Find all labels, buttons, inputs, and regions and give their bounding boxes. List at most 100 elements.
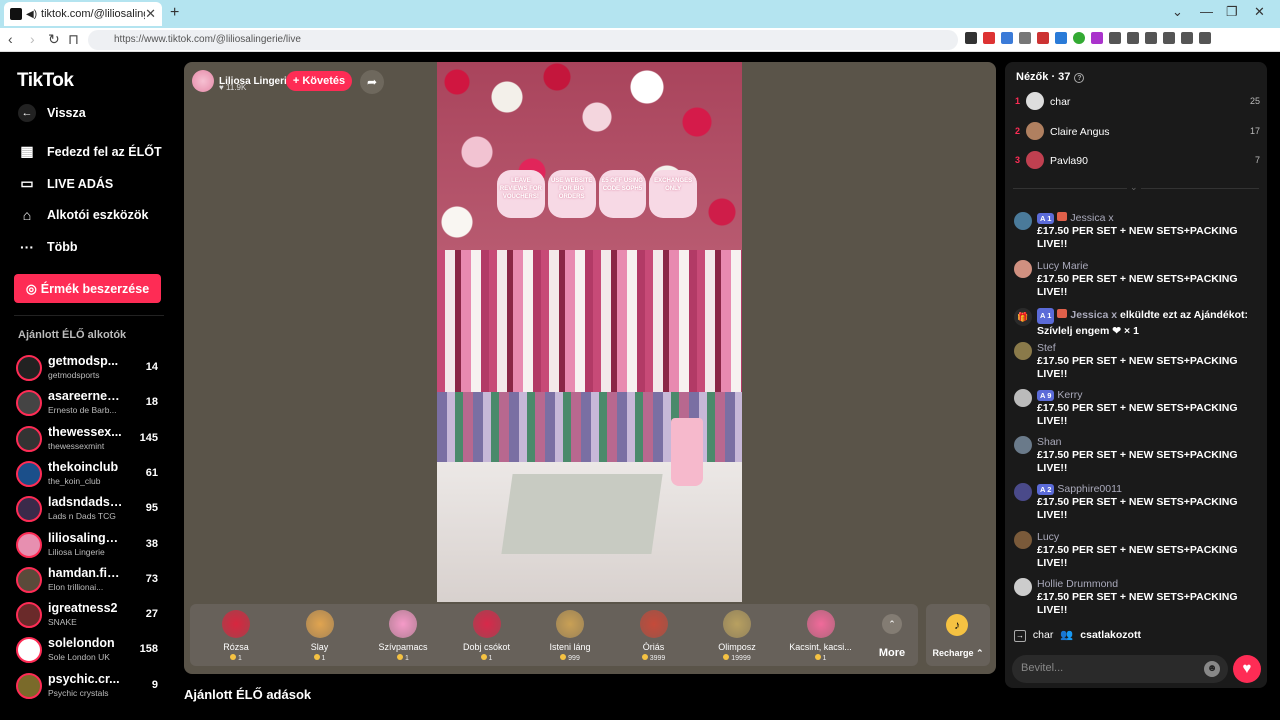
creator-item[interactable]: getmodsp... getmodsports 14 [16,353,164,383]
ai-icon[interactable] [1163,32,1175,44]
close-tab-icon[interactable]: ✕ [145,6,156,22]
back-icon[interactable]: ‹ [8,31,13,47]
tab-search-icon[interactable]: ⌄ [1172,4,1183,20]
puzzle-icon[interactable] [1109,32,1121,44]
home-tools-icon: ⌂ [22,207,32,223]
creator-avatar [16,672,42,699]
chat-avatar[interactable] [1014,342,1032,360]
sidebar-item-live[interactable]: ▭ LIVE ADÁS [18,175,113,192]
joined-user[interactable]: char [1033,629,1053,641]
gift-price: 1 [445,654,529,662]
like-heart-button[interactable]: ♥ [1233,655,1261,683]
chat-username[interactable]: Lucy [1037,531,1059,543]
new-tab-button[interactable]: + [170,4,179,22]
chat-avatar[interactable] [1014,436,1032,454]
emoji-icon[interactable]: ☻ [1204,661,1220,677]
follow-button[interactable]: + Követés [286,71,352,91]
chat-avatar[interactable] [1014,483,1032,501]
gift-item[interactable]: Óriás 3999 [612,604,696,666]
chat-username[interactable]: Jessica x [1070,212,1113,224]
creator-item[interactable]: solelondon Sole London UK 158 [16,635,164,665]
share-icon[interactable]: ➦ [360,70,384,94]
reload-icon[interactable]: ↻ [48,31,60,48]
top-viewer-row[interactable]: 3 Pavla90 7 [1015,151,1260,171]
gift-item[interactable]: Slay 1 [278,604,362,666]
chat-avatar[interactable] [1014,578,1032,596]
host-info[interactable]: Liliosa Lingerie ♥ 11.9K [192,70,292,92]
wallet-icon[interactable] [1145,32,1157,44]
chat-username[interactable]: Shan [1037,436,1062,448]
color-icon[interactable] [1073,32,1085,44]
close-window-button[interactable]: ✕ [1254,4,1265,20]
creator-item[interactable]: thekoinclub the_koin_club 61 [16,459,164,489]
sidebar-icon[interactable] [1127,32,1139,44]
chat-username[interactable]: Lucy Marie [1037,260,1088,272]
chat-username[interactable]: Kerry [1057,389,1082,401]
bookmark-icon[interactable]: ⊓ [68,31,79,48]
viewer-name: Pavla90 [1050,155,1088,167]
address-bar[interactable]: https://www.tiktok.com/@liliosalingerie/… [88,30,958,50]
creator-item[interactable]: asareernes... Ernesto de Barb... 18 [16,388,164,418]
vpn-icon[interactable] [1181,32,1193,44]
chat-avatar[interactable] [1014,212,1032,230]
chat-username[interactable]: Hollie Drummond [1037,578,1118,590]
top-viewer-row[interactable]: 2 Claire Angus 17 [1015,121,1260,142]
brave-shield-icon[interactable] [965,32,977,44]
sidebar-item-more[interactable]: ··· Több [18,239,78,255]
creator-item[interactable]: ladsndadst... Lads n Dads TCG 95 [16,494,164,524]
chat-avatar[interactable] [1014,389,1032,407]
coin-icon [313,654,320,660]
translate-icon[interactable] [1001,32,1013,44]
ublock-icon[interactable] [1091,32,1103,44]
level-badge: A 9 [1037,390,1055,401]
creator-item[interactable]: thewessex... thewessexmint 145 [16,424,164,454]
more-gifts-button[interactable]: ⌃ More [872,604,912,666]
gift-item[interactable]: Kacsint, kacsi... 1 [779,604,863,666]
creator-item[interactable]: hamdan.fiz... Elon trillionai... 73 [16,565,164,595]
host-avatar[interactable] [192,70,214,92]
chevron-down-icon[interactable]: ⌄ [1127,182,1141,193]
tools-icon[interactable] [1019,32,1031,44]
maximize-button[interactable]: ❐ [1226,4,1238,20]
live-video[interactable]: LEAVE REVIEWS FOR VOUCHERS! USE WEBSITE … [437,62,742,602]
forward-icon[interactable]: › [30,31,35,47]
extension-icon[interactable] [1055,32,1067,44]
chat-text: £17.50 PER SET + NEW SETS+PACKING LIVE!! [1037,402,1238,427]
sidebar-item-explore-live[interactable]: ▦ Fedezd fel az ÉLŐT [18,143,161,160]
more-label: More [878,647,906,659]
recharge-button[interactable]: ♪ Recharge ⌃ [926,604,990,666]
warning-icon[interactable] [983,32,995,44]
camera-icon: ▭ [20,175,34,191]
menu-icon[interactable] [1199,32,1211,44]
audio-icon[interactable]: ◀) [26,9,37,20]
gift-item[interactable]: Isteni láng 999 [528,604,612,666]
creator-item[interactable]: liliosalinge... Liliosa Lingerie 38 [16,530,164,560]
tiktok-logo[interactable]: TikTok [17,70,74,92]
top-viewer-row[interactable]: 1 char 25 [1015,92,1260,112]
creator-item[interactable]: psychic.cr... Psychic crystals 9 [16,671,164,701]
sidebar-item-creator-tools[interactable]: ⌂ Alkotói eszközök [18,207,149,223]
gift-item[interactable]: Rózsa 1 [194,604,278,666]
minimize-button[interactable]: — [1200,4,1213,19]
sidebar-divider [14,315,164,316]
pink-cup [671,418,703,486]
creator-item[interactable]: igreatness2 SNAKE 27 [16,600,164,630]
chat-text: £17.50 PER SET + NEW SETS+PACKING LIVE!! [1037,355,1238,380]
chat-username[interactable]: Jessica x [1070,309,1117,321]
chat-username[interactable]: Sapphire0011 [1057,483,1122,495]
chat-input[interactable]: Bevitel... ☻ [1012,655,1228,683]
creator-viewer-count: 158 [139,643,158,656]
hls-icon[interactable] [1037,32,1049,44]
chat-avatar[interactable] [1014,531,1032,549]
gift-item[interactable]: Szívpamacs 1 [361,604,445,666]
gift-item[interactable]: Olimposz 19999 [695,604,779,666]
back-link[interactable]: ← Vissza [18,104,86,122]
chat-avatar[interactable] [1014,260,1032,278]
gift-icon [222,610,250,638]
chat-username[interactable]: Stef [1037,342,1056,354]
help-icon[interactable]: ? [1074,73,1085,83]
buy-coins-button[interactable]: ◎ Érmék beszerzése [14,274,161,303]
browser-tab[interactable]: ◀) tiktok.com/@liliosalingerie/li ✕ [4,2,162,26]
gift-item[interactable]: Dobj csókot 1 [445,604,529,666]
level-value: 2 [1047,485,1052,494]
